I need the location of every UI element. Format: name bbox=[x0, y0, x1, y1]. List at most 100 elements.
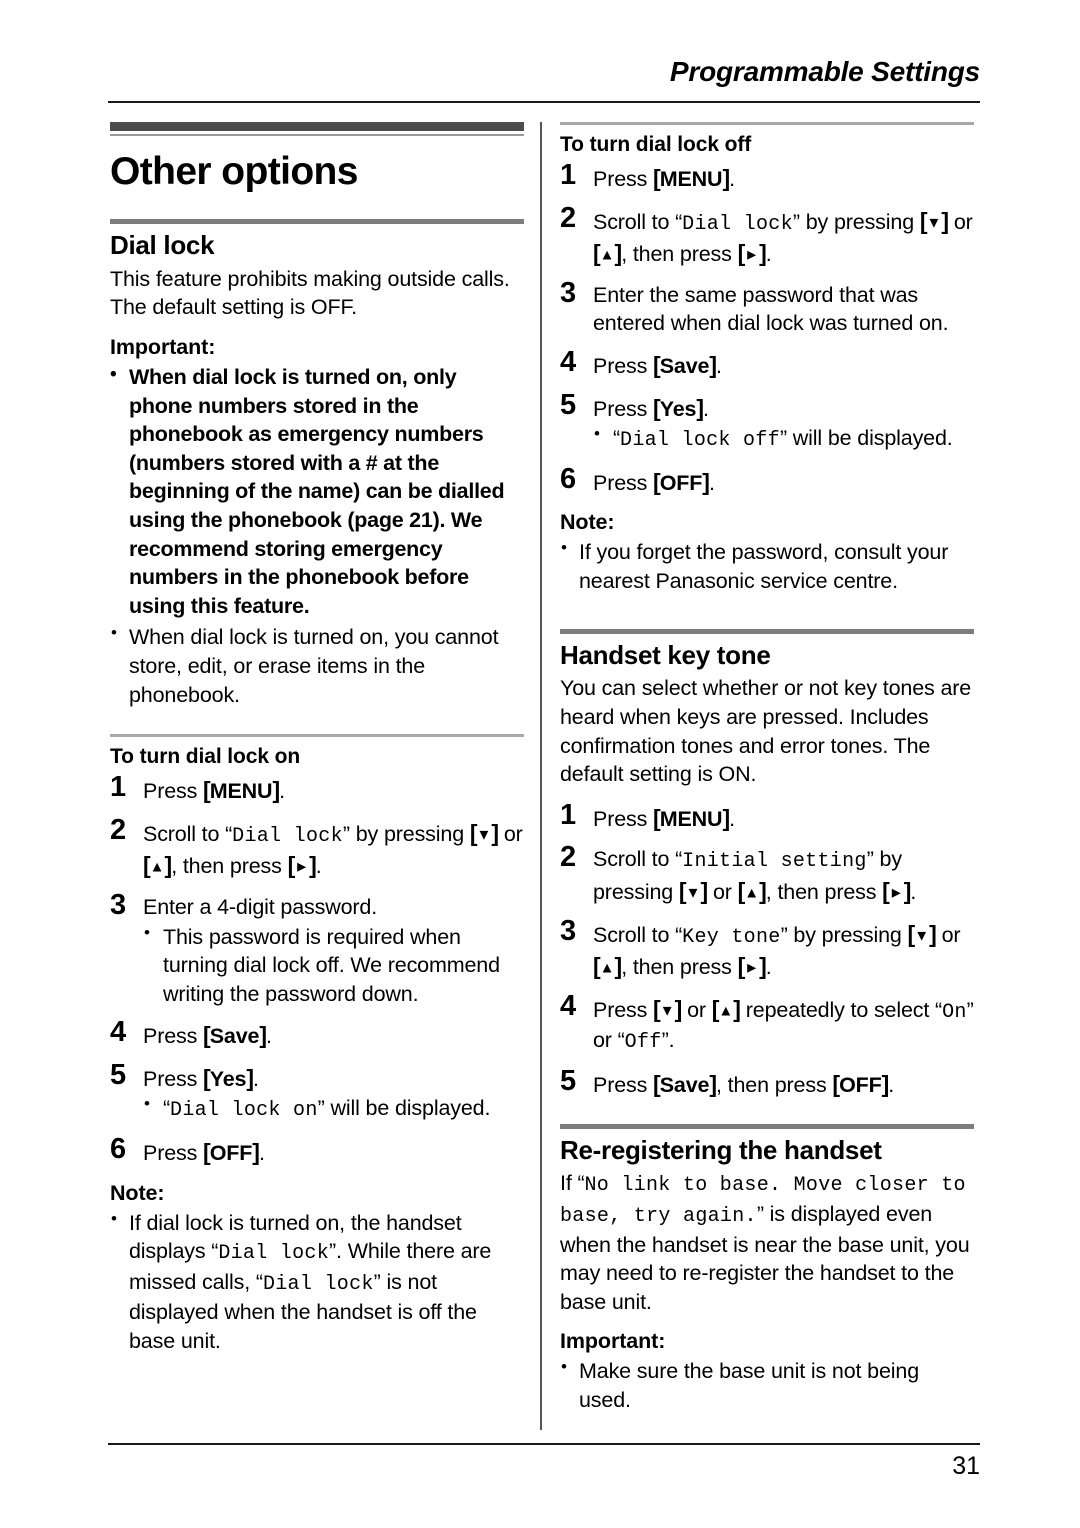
display-text: Dial lock off bbox=[620, 429, 780, 453]
key-tone-heading: Handset key tone bbox=[560, 639, 771, 670]
display-text-off: Off bbox=[624, 1031, 662, 1055]
running-header-title: Programmable Settings bbox=[669, 56, 980, 87]
display-text: Dial lock bbox=[262, 1272, 374, 1296]
turn-on-note-label: Note: bbox=[110, 1180, 165, 1205]
key-save: [Save] bbox=[203, 1022, 267, 1049]
key-down-arrow: [▼] bbox=[919, 207, 949, 234]
key-tone-steps: 1 Press [MENU]. 2 Scroll to “Initial set… bbox=[560, 799, 974, 1100]
dial-lock-important-list: When dial lock is turned on, only phone … bbox=[110, 362, 524, 709]
list-item: 1 Press [MENU]. bbox=[110, 771, 524, 806]
step-number: 6 bbox=[110, 1133, 126, 1166]
list-item: 1 Press [MENU]. bbox=[560, 799, 974, 834]
step-text: Press [MENU]. bbox=[143, 777, 285, 804]
chapter-title: Other options bbox=[110, 150, 358, 193]
turn-on-heading-rule bbox=[110, 734, 524, 738]
key-up-arrow: [▲] bbox=[737, 877, 767, 904]
list-item: If you forget the password, consult your… bbox=[560, 537, 974, 595]
display-text-on: On bbox=[942, 1000, 967, 1024]
list-item: 5 Press [Yes]. “Dial lock off” will be d… bbox=[560, 389, 974, 455]
list-item: “Dial lock on” will be displayed. bbox=[143, 1093, 524, 1125]
key-down-arrow: [▼] bbox=[678, 877, 708, 904]
key-menu: [MENU] bbox=[203, 777, 280, 804]
list-item: 6 Press [OFF]. bbox=[560, 463, 974, 498]
list-item: 1 Press [MENU]. bbox=[560, 159, 974, 194]
key-menu: [MENU] bbox=[653, 804, 730, 831]
list-item: 2 Scroll to “Dial lock” by pressing [▼] … bbox=[560, 202, 974, 269]
step-number: 5 bbox=[110, 1058, 126, 1091]
step-number: 4 bbox=[560, 345, 576, 378]
list-item: 5 Press [Save], then press [OFF]. bbox=[560, 1065, 974, 1100]
display-text: Dial lock on bbox=[170, 1099, 318, 1123]
list-item: 3 Enter the same password that was enter… bbox=[560, 277, 974, 338]
step-text: Press [▼] or [▲] repeatedly to select “O… bbox=[593, 995, 974, 1055]
key-off: [OFF] bbox=[832, 1070, 889, 1097]
list-item: Make sure the base unit is not being use… bbox=[560, 1356, 974, 1414]
key-down-arrow: [▼] bbox=[469, 819, 499, 846]
step-text: Enter the same password that was entered… bbox=[593, 282, 949, 336]
header-rule bbox=[108, 101, 980, 103]
step-number: 6 bbox=[560, 462, 576, 495]
key-up-arrow: [▲] bbox=[593, 953, 622, 980]
step-text: Press [Save]. bbox=[593, 351, 722, 378]
key-right-arrow: [►] bbox=[737, 240, 767, 267]
step-text: Press [OFF]. bbox=[143, 1139, 265, 1166]
step-number: 4 bbox=[560, 989, 576, 1022]
step-number: 3 bbox=[560, 914, 576, 947]
step-number: 1 bbox=[560, 159, 576, 191]
step-number: 1 bbox=[560, 798, 576, 831]
step-number: 2 bbox=[560, 841, 576, 874]
turn-off-heading: To turn dial lock off bbox=[560, 133, 752, 156]
list-item: This password is required when turning d… bbox=[143, 922, 524, 1009]
turn-off-steps: 1 Press [MENU]. 2 Scroll to “Dial lock” … bbox=[560, 159, 974, 498]
re-register-heading-rule bbox=[560, 1123, 974, 1129]
display-text: Dial lock bbox=[218, 1242, 330, 1266]
display-text: Dial lock bbox=[232, 824, 343, 848]
re-register-body: If “No link to base. Move closer to base… bbox=[560, 1171, 970, 1314]
step-number: 3 bbox=[560, 276, 576, 309]
step-number: 2 bbox=[110, 813, 126, 846]
step-number: 5 bbox=[560, 388, 576, 421]
dial-lock-intro: This feature prohibits making outside ca… bbox=[110, 266, 510, 320]
step-text: Scroll to “Dial lock” by pressing [▼] or… bbox=[143, 819, 523, 879]
dial-lock-heading: Dial lock bbox=[110, 229, 215, 260]
key-off: [OFF] bbox=[653, 468, 710, 495]
chapter-rule-thin bbox=[110, 134, 524, 136]
key-tone-heading-rule bbox=[560, 628, 974, 634]
list-item: 4 Press [▼] or [▲] repeatedly to select … bbox=[560, 990, 974, 1057]
key-down-arrow: [▼] bbox=[907, 920, 937, 947]
step3-notes: This password is required when turning d… bbox=[143, 922, 524, 1009]
footer-rule bbox=[108, 1443, 980, 1445]
display-text: Initial setting bbox=[682, 850, 867, 874]
step-number: 5 bbox=[560, 1064, 576, 1097]
step-text: Press [Yes]. bbox=[143, 1064, 259, 1091]
list-item: If dial lock is turned on, the handset d… bbox=[110, 1208, 524, 1356]
list-item: 6 Press [OFF]. bbox=[110, 1133, 524, 1168]
list-item: When dial lock is turned on, you cannot … bbox=[110, 622, 524, 709]
key-tone-intro: You can select whether or not key tones … bbox=[560, 676, 972, 787]
re-register-important-list: Make sure the base unit is not being use… bbox=[560, 1356, 974, 1414]
step-text: Press [Save]. bbox=[143, 1022, 272, 1049]
turn-on-note-list: If dial lock is turned on, the handset d… bbox=[110, 1208, 524, 1356]
dial-lock-important-label: Important: bbox=[110, 335, 216, 360]
turn-on-steps: 1 Press [MENU]. 2 Scroll to “Dial lock” … bbox=[110, 771, 524, 1168]
display-text: Key tone bbox=[682, 925, 781, 949]
step-text: Press [Yes]. bbox=[593, 394, 709, 421]
key-menu: [MENU] bbox=[653, 165, 730, 191]
key-up-arrow: [▲] bbox=[143, 852, 172, 879]
list-item: When dial lock is turned on, only phone … bbox=[110, 362, 524, 620]
step-text: Enter a 4-digit password. bbox=[143, 894, 378, 919]
step-number: 2 bbox=[560, 201, 576, 234]
step-text: Press [Save], then press [OFF]. bbox=[593, 1070, 895, 1097]
key-off: [OFF] bbox=[203, 1139, 260, 1166]
chapter-rule-thick bbox=[110, 122, 524, 131]
step-text: Press [OFF]. bbox=[593, 468, 715, 495]
key-yes: [Yes] bbox=[203, 1064, 254, 1091]
key-right-arrow: [►] bbox=[737, 953, 767, 980]
list-item: 2 Scroll to “Dial lock” by pressing [▼] … bbox=[110, 814, 524, 881]
key-right-arrow: [►] bbox=[882, 877, 911, 904]
step-text: Scroll to “Initial setting” by pressing … bbox=[593, 847, 917, 904]
turn-off-note-label: Note: bbox=[560, 510, 615, 535]
list-item: 2 Scroll to “Initial setting” by pressin… bbox=[560, 841, 974, 906]
list-item: 4 Press [Save]. bbox=[110, 1016, 524, 1051]
list-item: 5 Press [Yes]. “Dial lock on” will be di… bbox=[110, 1059, 524, 1125]
